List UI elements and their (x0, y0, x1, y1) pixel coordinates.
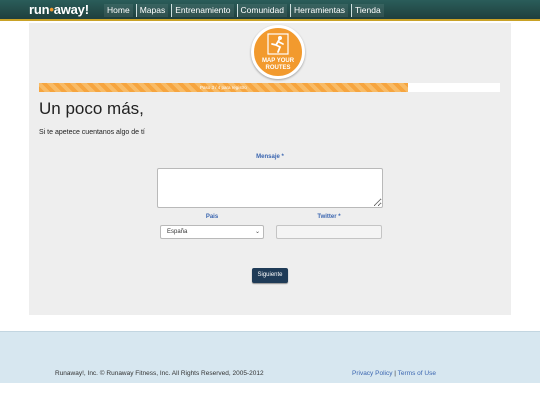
terms-of-use-link[interactable]: Terms of Use (398, 370, 436, 377)
twitter-input[interactable] (276, 225, 382, 239)
site-logo[interactable]: run•away! (29, 2, 89, 17)
nav-comunidad[interactable]: Comunidad (236, 4, 287, 17)
content-panel: MAP YOUR ROUTES Paso 3 / 4 para registro… (29, 23, 511, 315)
badge-text: MAP YOUR ROUTES (254, 58, 302, 71)
country-label: Pais (205, 214, 219, 220)
nav-home[interactable]: Home (104, 4, 133, 17)
map-your-routes-badge[interactable]: MAP YOUR ROUTES (251, 25, 305, 79)
footer-links: Privacy Policy | Terms of Use (352, 370, 436, 377)
country-select[interactable]: España ⌄ (160, 225, 264, 239)
top-navigation-bar: run•away! Home Mapas Entrenamiento Comun… (0, 0, 540, 21)
progress-label: Paso 3 / 4 para registro (200, 85, 247, 90)
message-label: Mensaje * (256, 154, 284, 160)
message-textarea[interactable] (157, 168, 383, 208)
next-button[interactable]: Siguiente (252, 268, 288, 283)
nav-mapas[interactable]: Mapas (135, 4, 169, 17)
chevron-down-icon: ⌄ (254, 229, 260, 235)
country-selected-value: España (167, 229, 188, 235)
footer: Runaway!, Inc. © Runaway Fitness, Inc. A… (0, 331, 540, 383)
privacy-policy-link[interactable]: Privacy Policy (352, 370, 392, 377)
registration-progress-bar: Paso 3 / 4 para registro (39, 83, 500, 92)
nav-herramientas[interactable]: Herramientas (289, 4, 349, 17)
nav-tienda[interactable]: Tienda (351, 4, 384, 17)
page-subtitle: Si te apetece cuentanos algo de tí (39, 129, 145, 136)
logo-text-right: away! (53, 2, 89, 17)
nav-entrenamiento[interactable]: Entrenamiento (171, 4, 234, 17)
main-nav: Home Mapas Entrenamiento Comunidad Herra… (104, 4, 387, 17)
badge-line-2: ROUTES (265, 64, 291, 71)
twitter-label: Twitter * (317, 214, 341, 220)
runner-icon (267, 33, 289, 55)
logo-text-left: run (29, 2, 50, 17)
footer-copyright: Runaway!, Inc. © Runaway Fitness, Inc. A… (55, 370, 264, 377)
page-title: Un poco más, (39, 99, 144, 118)
